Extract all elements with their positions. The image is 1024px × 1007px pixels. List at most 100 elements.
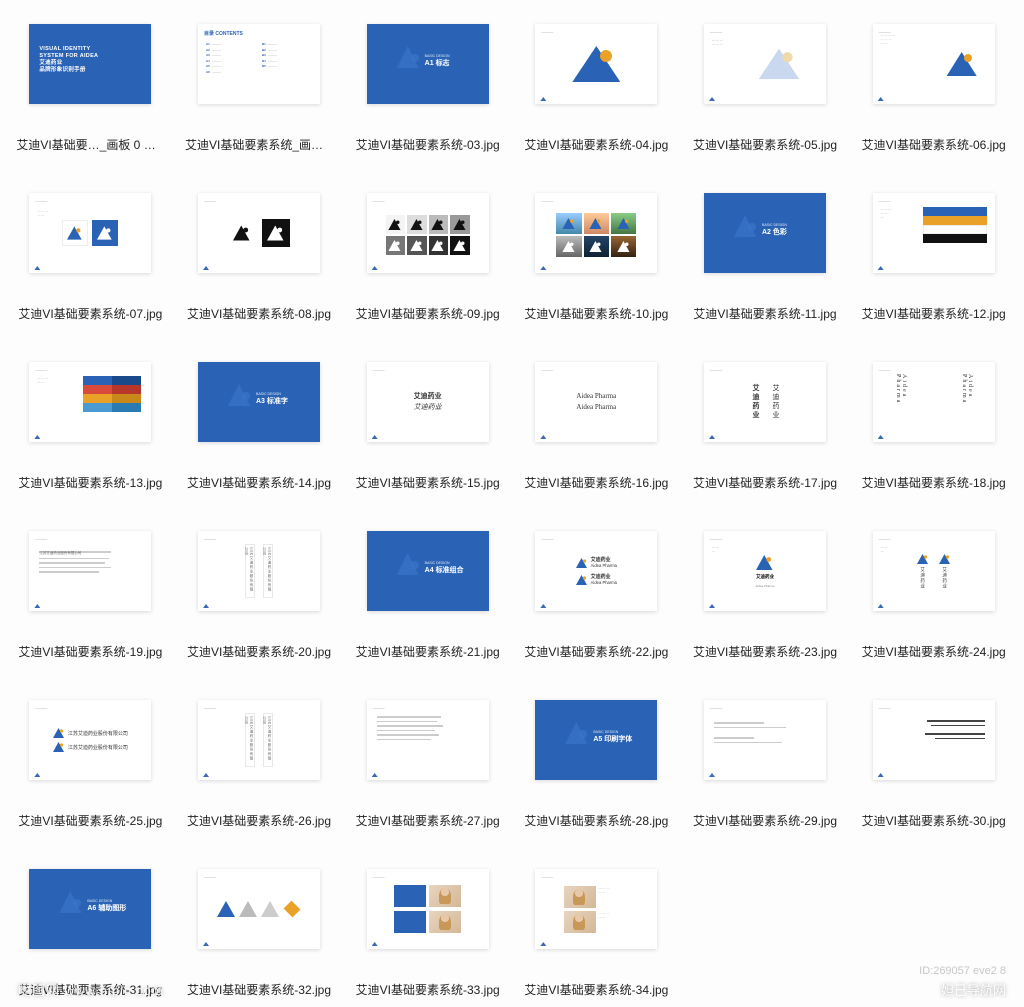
thumbnail-grid: VISUAL IDENTITY SYSTEM FOR AIDEA 艾迪药业 品牌… [0,0,1024,1006]
thumbnail: ——— — — —— — — — —— — [535,869,657,949]
file-item[interactable]: ——— — — —— — 艾迪VI基础要素系统-07.jpg [12,177,169,322]
thumbnail: ——— — —— 艾迪药业 艾迪药业 [873,531,995,611]
thumbnail: ——— — — —— — [29,193,151,273]
file-name: 艾迪VI基础要素系统-10.jpg [522,305,670,322]
file-item[interactable]: ——— — —— 艾迪药业 Aidea Pharma 艾迪VI基础要素系统-23… [687,515,844,660]
file-item[interactable]: ——— Aidea Pharma Aidea Pharma 艾迪VI基础要素系统… [518,346,675,491]
thumbnail: ——— [198,869,320,949]
file-item[interactable]: ——— 江苏艾迪药业股份有限公司 江苏艾迪药业股份有限公司 艾迪VI基础要素系统… [181,515,338,660]
file-item[interactable]: BASIC DESIGNA1 标志 艾迪VI基础要素系统-03.jpg [349,8,506,153]
file-name: 艾迪VI基础要素系统-18.jpg [860,474,1008,491]
file-name: 艾迪VI基础要素系统-11.jpg [691,305,839,322]
file-name: 艾迪VI基础要素系统-21.jpg [354,643,502,660]
thumbnail: ——— 江苏艾迪药业股份有限公司 江苏艾迪药业股份有限公司 [198,531,320,611]
file-name: 艾迪VI基础要素系统-30.jpg [860,812,1008,829]
file-item[interactable]: ——— 艾迪VI基础要素系统-30.jpg [855,684,1012,829]
file-item[interactable]: 目录 CONTENTS A1———A2———A3———A4———A5———A6—… [181,8,338,153]
watermark-right: 妲己导航网 [941,980,1006,999]
thumbnail: ——— — —— 艾迪药业 Aidea Pharma [704,531,826,611]
file-item[interactable]: ——— — — —— — — — —— — 艾迪VI基础要素系统-34.jpg [518,853,675,998]
file-item[interactable]: ——— 艾迪VI基础要素系统-04.jpg [518,8,675,153]
file-name: 艾迪VI基础要素系统-06.jpg [860,136,1008,153]
file-item[interactable]: ——— 江苏艾迪药业股份有限公司 艾迪VI基础要素系统-19.jpg [12,515,169,660]
thumbnail: BASIC DESIGNA6 辅助图形 [29,869,151,949]
file-item[interactable]: ——— Aidea Pharma Aidea Pharma 艾迪VI基础要素系统… [855,346,1012,491]
file-item[interactable]: BASIC DESIGNA2 色彩 艾迪VI基础要素系统-11.jpg [687,177,844,322]
thumbnail: ——— 江苏艾迪药业股份有限公司 江苏艾迪药业股份有限公司 [198,700,320,780]
file-item[interactable]: ——— — — —— — — 艾迪VI基础要素系统-05.jpg [687,8,844,153]
thumbnail: ——— [367,193,489,273]
file-item[interactable]: ——— 艾迪VI基础要素系统-08.jpg [181,177,338,322]
file-item[interactable]: ——— 艾迪VI基础要素系统-29.jpg [687,684,844,829]
file-item[interactable]: ——— 艾迪VI基础要素系统-33.jpg [349,853,506,998]
file-name: 艾迪VI基础要素系统_画板 1.jpg [185,136,333,153]
watermark-left: 昵图网 www.nipic.com [18,980,164,999]
file-item[interactable]: BASIC DESIGNA5 印刷字体 艾迪VI基础要素系统-28.jpg [518,684,675,829]
file-name: 艾迪VI基础要素系统-33.jpg [354,981,502,998]
thumbnail: ——— [367,700,489,780]
thumbnail: VISUAL IDENTITY SYSTEM FOR AIDEA 艾迪药业 品牌… [29,24,151,104]
thumbnail: ——— — — —— — [29,362,151,442]
file-item[interactable]: ——— — — —— —— 艾迪VI基础要素系统-12.jpg [855,177,1012,322]
thumbnail: 目录 CONTENTS A1———A2———A3———A4———A5———A6—… [198,24,320,104]
file-item[interactable]: BASIC DESIGNA3 标准字 艾迪VI基础要素系统-14.jpg [181,346,338,491]
thumbnail: ——— — — —— — — [704,24,826,104]
file-name: 艾迪VI基础要素系统-26.jpg [185,812,333,829]
file-item[interactable]: BASIC DESIGNA4 标准组合 艾迪VI基础要素系统-21.jpg [349,515,506,660]
thumbnail: ——— [704,700,826,780]
thumbnail: ——— 艾迪药业 艾迪药业 [704,362,826,442]
file-item[interactable]: VISUAL IDENTITY SYSTEM FOR AIDEA 艾迪药业 品牌… [12,8,169,153]
file-name: 艾迪VI基础要素系统-09.jpg [354,305,502,322]
thumbnail: ——— — — — —— — —— — [873,24,995,104]
thumbnail: BASIC DESIGNA5 印刷字体 [535,700,657,780]
file-name: 艾迪VI基础要素系统-28.jpg [522,812,670,829]
file-name: 艾迪VI基础要…_画板 0 副本.jpg [16,136,164,153]
file-item[interactable]: ——— 艾迪药业 艾迪药业 艾迪VI基础要素系统-17.jpg [687,346,844,491]
thumbnail: ——— 江苏艾迪药业股份有限公司 江苏艾迪药业股份有限公司 [29,700,151,780]
thumbnail: BASIC DESIGNA2 色彩 [704,193,826,273]
file-name: 艾迪VI基础要素系统-03.jpg [354,136,502,153]
file-name: 艾迪VI基础要素系统-25.jpg [16,812,164,829]
thumbnail: ——— 艾迪药业 艾迪药业 [367,362,489,442]
file-name: 艾迪VI基础要素系统-17.jpg [691,474,839,491]
file-item[interactable]: ——— — —— 艾迪药业 艾迪药业 艾迪VI基础要素系统-24.jpg [855,515,1012,660]
thumbnail: BASIC DESIGNA4 标准组合 [367,531,489,611]
thumbnail: ——— [198,193,320,273]
file-name: 艾迪VI基础要素系统-34.jpg [522,981,670,998]
file-name: 艾迪VI基础要素系统-27.jpg [354,812,502,829]
file-item[interactable]: ——— — — — —— — —— — 艾迪VI基础要素系统-06.jpg [855,8,1012,153]
image-id-text: ID:269057 eve2 8 [919,965,1006,977]
file-name: 艾迪VI基础要素系统-05.jpg [691,136,839,153]
file-name: 艾迪VI基础要素系统-13.jpg [16,474,164,491]
file-item[interactable]: ——— 艾迪VI基础要素系统-32.jpg [181,853,338,998]
file-item[interactable]: ——— 艾迪VI基础要素系统-27.jpg [349,684,506,829]
file-name: 艾迪VI基础要素系统-29.jpg [691,812,839,829]
file-name: 艾迪VI基础要素系统-12.jpg [860,305,1008,322]
file-item[interactable]: ——— 艾迪VI基础要素系统-10.jpg [518,177,675,322]
file-name: 艾迪VI基础要素系统-08.jpg [185,305,333,322]
thumbnail: ——— [535,193,657,273]
thumbnail: BASIC DESIGNA3 标准字 [198,362,320,442]
thumbnail: ——— — — —— —— [873,193,995,273]
thumbnail: ——— [535,24,657,104]
file-item[interactable]: ——— 艾迪药业 艾迪药业 艾迪VI基础要素系统-15.jpg [349,346,506,491]
file-item[interactable]: BASIC DESIGNA6 辅助图形 艾迪VI基础要素系统-31.jpg [12,853,169,998]
file-item[interactable]: ——— 江苏艾迪药业股份有限公司 江苏艾迪药业股份有限公司 艾迪VI基础要素系统… [12,684,169,829]
file-name: 艾迪VI基础要素系统-14.jpg [185,474,333,491]
file-name: 艾迪VI基础要素系统-24.jpg [860,643,1008,660]
file-item[interactable]: ——— 江苏艾迪药业股份有限公司 江苏艾迪药业股份有限公司 艾迪VI基础要素系统… [181,684,338,829]
thumbnail: ——— [367,869,489,949]
thumbnail: BASIC DESIGNA1 标志 [367,24,489,104]
file-name: 艾迪VI基础要素系统-22.jpg [522,643,670,660]
file-item[interactable]: ——— 艾迪VI基础要素系统-09.jpg [349,177,506,322]
file-name: 艾迪VI基础要素系统-04.jpg [522,136,670,153]
thumbnail: ——— Aidea Pharma Aidea Pharma [873,362,995,442]
file-name: 艾迪VI基础要素系统-20.jpg [185,643,333,660]
thumbnail: ——— [873,700,995,780]
file-item[interactable]: ——— — — —— — 艾迪VI基础要素系统-13.jpg [12,346,169,491]
file-name: 艾迪VI基础要素系统-07.jpg [16,305,164,322]
file-name: 艾迪VI基础要素系统-15.jpg [354,474,502,491]
thumbnail: ——— 江苏艾迪药业股份有限公司 [29,531,151,611]
file-name: 艾迪VI基础要素系统-32.jpg [185,981,333,998]
file-item[interactable]: ——— 艾迪药业Aidea Pharma 艾迪药业Aidea Pharma 艾迪… [518,515,675,660]
